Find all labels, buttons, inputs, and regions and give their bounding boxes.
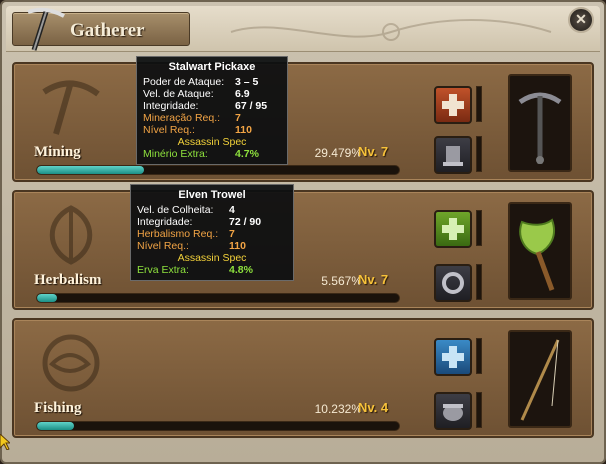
slot-gauge	[476, 86, 482, 122]
skill-percent: 5.567%	[321, 274, 362, 288]
stat-label: Integridade:	[143, 100, 199, 112]
cauldron-icon	[443, 404, 463, 421]
skill-percent: 10.232%	[314, 402, 362, 416]
xp-fill	[37, 166, 144, 174]
fish-emblem-icon	[42, 334, 100, 392]
spec-label: Assassin Spec	[177, 136, 247, 148]
stat-value: 3 – 5	[235, 76, 259, 88]
tooltip-row: Mineração Req.: 7	[143, 112, 281, 124]
stat-label: Vel. de Colheita:	[137, 204, 214, 216]
tooltip-row: Vel. de Colheita: 4	[137, 204, 287, 216]
cross-icon	[442, 94, 464, 116]
stat-value: 4	[229, 204, 235, 216]
slot-gauge	[476, 392, 482, 428]
xp-bar	[36, 421, 400, 431]
tooltip-row: Vel. de Ataque: 6.9	[143, 88, 281, 100]
stat-value: 72 / 90	[229, 216, 262, 228]
stat-label: Herbalismo Req.:	[137, 228, 219, 240]
item-tooltip: Stalwart Pickaxe Poder de Ataque: 3 – 5 V…	[136, 56, 288, 165]
stat-label: Nível Req.:	[137, 240, 189, 252]
skill-level: Nv. 7	[358, 272, 389, 287]
xp-bar	[36, 293, 400, 303]
pickaxe-item-icon	[518, 92, 562, 164]
trowel-item-icon	[519, 218, 556, 291]
tooltip-row: Herbalismo Req.: 7	[137, 228, 287, 240]
stat-label: Mineração Req.:	[143, 112, 221, 124]
equipped-rod-slot[interactable]	[508, 330, 572, 428]
stat-value: 7	[235, 112, 241, 124]
stat-label: Nível Req.:	[143, 124, 195, 136]
tooltip-row: Nível Req.: 110	[137, 240, 287, 252]
tool-slot[interactable]	[434, 392, 472, 430]
slot-gauge	[476, 136, 482, 172]
ornament-icon	[230, 19, 552, 41]
tooltip-row: Nível Req.: 110	[143, 124, 281, 136]
skill-level: Nv. 7	[358, 144, 389, 159]
mouse-cursor-icon	[0, 434, 10, 450]
herb-cross-icon	[442, 218, 464, 240]
skill-level: Nv. 4	[358, 400, 389, 415]
spec-label: Assassin Spec	[177, 252, 247, 264]
pickaxe-icon	[27, 7, 65, 51]
tooltip-row: Minério Extra: 4.7%	[143, 148, 281, 160]
slot-gauge	[476, 264, 482, 300]
herbalism-panel: Herbalism 5.567% Nv. 7	[12, 190, 594, 310]
tool-slot[interactable]	[434, 136, 472, 174]
pickaxe-emblem-icon	[42, 80, 100, 135]
stat-value: 67 / 95	[235, 100, 268, 112]
close-icon: ✕	[575, 11, 587, 27]
skill-name: Mining	[34, 144, 81, 160]
mining-panel: Mining 29.479% Nv. 7	[12, 62, 594, 182]
anvil-icon	[443, 146, 463, 166]
slot-gauge	[476, 210, 482, 246]
tooltip-title: Stalwart Pickaxe	[168, 61, 256, 73]
enhancement-slot[interactable]	[434, 338, 472, 376]
bonus-value: 4.8%	[229, 264, 253, 276]
stat-value: 110	[235, 124, 252, 136]
fishing-panel: Fishing 10.232% Nv. 4	[12, 318, 594, 438]
leaf-emblem-icon	[49, 205, 93, 265]
skill-percent: 29.479%	[314, 146, 362, 160]
tool-slot[interactable]	[434, 264, 472, 302]
tooltip-row: Poder de Ataque: 3 – 5	[143, 76, 281, 88]
window-title: Gatherer	[70, 20, 145, 41]
fishing-rod-item-icon	[520, 339, 560, 421]
stat-label: Integridade:	[137, 216, 193, 228]
xp-fill	[37, 294, 58, 302]
ring-icon	[442, 272, 464, 294]
equipped-trowel-slot[interactable]	[508, 202, 572, 300]
bonus-label: Erva Extra:	[137, 264, 189, 276]
stat-value: 7	[229, 228, 235, 240]
tooltip-row: Integridade: 67 / 95	[143, 100, 281, 112]
close-button[interactable]: ✕	[568, 7, 594, 33]
stat-value: 6.9	[235, 88, 250, 100]
tooltip-title: Elven Trowel	[178, 189, 246, 201]
stat-value: 110	[229, 240, 246, 252]
item-tooltip: Elven Trowel Vel. de Colheita: 4 Integrid…	[130, 184, 294, 281]
bonus-label: Minério Extra:	[143, 148, 208, 160]
bonus-value: 4.7%	[235, 148, 259, 160]
skill-name: Herbalism	[34, 272, 102, 288]
stat-label: Poder de Ataque:	[143, 76, 225, 88]
xp-fill	[37, 422, 75, 430]
slot-gauge	[476, 338, 482, 374]
xp-bar	[36, 165, 400, 175]
tooltip-row: Integridade: 72 / 90	[137, 216, 287, 228]
stat-label: Vel. de Ataque:	[143, 88, 214, 100]
equipped-pickaxe-slot[interactable]	[508, 74, 572, 172]
tooltip-row: Erva Extra: 4.8%	[137, 264, 287, 276]
fish-cross-icon	[442, 346, 464, 368]
enhancement-slot[interactable]	[434, 210, 472, 248]
skill-name: Fishing	[34, 400, 82, 416]
enhancement-slot[interactable]	[434, 86, 472, 124]
